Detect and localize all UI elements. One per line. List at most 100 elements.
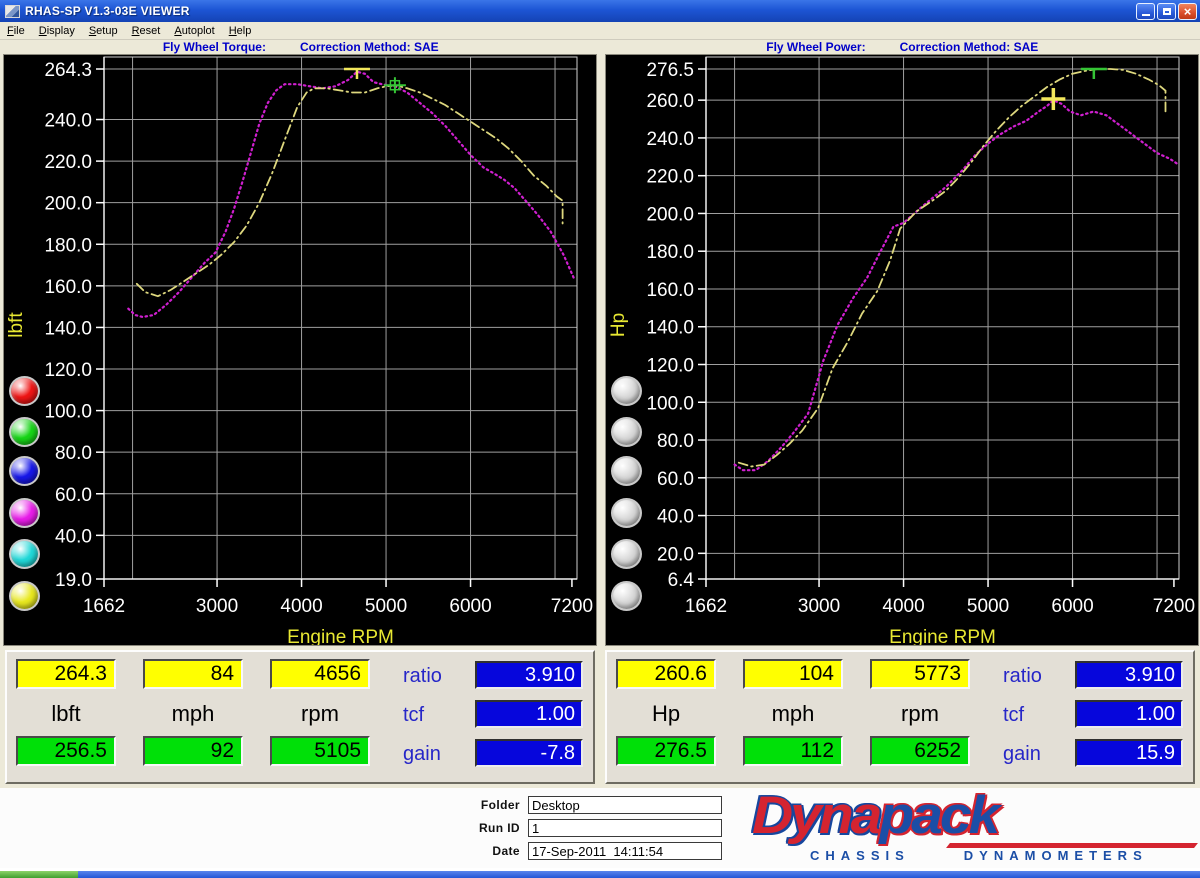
run-select-button-0-2[interactable] xyxy=(9,456,40,486)
window-title: RHAS-SP V1.3-03E VIEWER xyxy=(25,4,1134,18)
speed-cursor2-value: 112 xyxy=(743,736,843,766)
svg-text:3000: 3000 xyxy=(797,596,839,617)
titlebar: RHAS-SP V1.3-03E VIEWER × xyxy=(0,0,1200,22)
tcf-value: 1.00 xyxy=(1075,700,1183,728)
svg-text:60.0: 60.0 xyxy=(657,469,694,490)
menu-setup[interactable]: Setup xyxy=(82,23,125,39)
plot-border xyxy=(706,57,1179,579)
svg-text:120.0: 120.0 xyxy=(646,356,694,377)
tcf-value: 1.00 xyxy=(475,700,583,728)
torque-cursor2-value: 256.5 xyxy=(16,736,116,766)
speed-cursor1-value: 84 xyxy=(143,659,243,689)
run-select-button-1-4[interactable] xyxy=(611,539,642,569)
svg-text:140.0: 140.0 xyxy=(646,318,694,339)
menu-file[interactable]: File xyxy=(0,23,32,39)
x-tick-labels: 166230004000500060007200 xyxy=(83,579,593,617)
svg-text:40.0: 40.0 xyxy=(55,526,92,547)
y-axis-title: lbft xyxy=(6,312,27,338)
vertical-gridlines xyxy=(734,57,1156,579)
folder-field[interactable] xyxy=(528,796,722,814)
power-cursor2-value: 276.5 xyxy=(616,736,716,766)
svg-text:180.0: 180.0 xyxy=(44,235,92,256)
tcf-label: tcf xyxy=(1003,704,1069,727)
svg-text:19.0: 19.0 xyxy=(55,570,92,591)
power-readout-panel: 260.6 104 5773 Hp mph rpm 276.5 112 6252… xyxy=(605,650,1195,784)
logo-caption-chassis: CHASSIS xyxy=(810,848,910,863)
restore-button[interactable] xyxy=(1157,3,1176,20)
menu-reset[interactable]: Reset xyxy=(125,23,168,39)
svg-text:7200: 7200 xyxy=(1152,596,1194,617)
readout-row: 264.3 84 4656 lbft mph rpm 256.5 92 5105… xyxy=(0,646,1200,788)
svg-text:200.0: 200.0 xyxy=(646,204,694,225)
start-button-edge[interactable] xyxy=(0,871,78,878)
run-id-label: Run ID xyxy=(462,821,520,835)
menu-autoplot[interactable]: Autoplot xyxy=(167,23,221,39)
svg-text:260.0: 260.0 xyxy=(646,91,694,112)
app-window: RHAS-SP V1.3-03E VIEWER × File Display S… xyxy=(0,0,1200,878)
speed-cursor2-value: 92 xyxy=(143,736,243,766)
plot-border xyxy=(104,57,577,579)
menu-help[interactable]: Help xyxy=(222,23,259,39)
svg-text:5000: 5000 xyxy=(365,596,407,617)
menu-display[interactable]: Display xyxy=(32,23,82,39)
taskbar-edge xyxy=(78,871,1200,878)
ratio-label: ratio xyxy=(1003,665,1069,688)
svg-text:240.0: 240.0 xyxy=(44,111,92,132)
rpm-cursor1-value: 5773 xyxy=(870,659,970,689)
run-select-button-1-5[interactable] xyxy=(611,581,642,611)
y-tick-labels: 276.5260.0240.0220.0200.0180.0160.0140.0… xyxy=(646,60,706,591)
charts-row: Fly Wheel Torque: Correction Method: SAE… xyxy=(0,40,1200,646)
torque-cursor1-value: 264.3 xyxy=(16,659,116,689)
rpm-cursor1-value: 4656 xyxy=(270,659,370,689)
y-tick-labels: 264.3240.0220.0200.0180.0160.0140.0120.0… xyxy=(44,60,104,591)
power-chart-header: Fly Wheel Power: Correction Method: SAE xyxy=(605,40,1200,54)
date-field[interactable] xyxy=(528,842,722,860)
dynapack-logo: Dynapack CHASSIS DYNAMOMETERS xyxy=(752,790,1198,864)
close-button[interactable]: × xyxy=(1178,3,1197,20)
run-info-form: Folder Run ID Date xyxy=(462,796,722,865)
run-select-button-0-4[interactable] xyxy=(9,539,40,569)
torque-chart: 264.3240.0220.0200.0180.0160.0140.0120.0… xyxy=(3,54,597,646)
run-select-button-0-1[interactable] xyxy=(9,417,40,447)
svg-text:4000: 4000 xyxy=(280,596,322,617)
horizontal-gridlines xyxy=(706,69,1179,579)
minimize-button[interactable] xyxy=(1136,3,1155,20)
run-select-button-1-1[interactable] xyxy=(611,417,642,447)
speed-cursor1-value: 104 xyxy=(743,659,843,689)
gain-value: -7.8 xyxy=(475,739,583,767)
run-id-field[interactable] xyxy=(528,819,722,837)
svg-text:100.0: 100.0 xyxy=(44,402,92,423)
power-chart: 276.5260.0240.0220.0200.0180.0160.0140.0… xyxy=(605,54,1199,646)
torque-correction-method: Correction Method: SAE xyxy=(300,40,439,54)
svg-text:100.0: 100.0 xyxy=(646,393,694,414)
svg-text:20.0: 20.0 xyxy=(657,544,694,565)
tcf-label: tcf xyxy=(403,704,469,727)
run-select-button-0-3[interactable] xyxy=(9,498,40,528)
fly-wheel-torque-plot[interactable]: 264.3240.0220.0200.0180.0160.0140.0120.0… xyxy=(4,55,596,645)
x-tick-labels: 166230004000500060007200 xyxy=(684,579,1194,617)
svg-text:264.3: 264.3 xyxy=(44,60,92,81)
gain-label: gain xyxy=(1003,743,1069,766)
run-select-button-0-5[interactable] xyxy=(9,581,40,611)
x-axis-title: Engine RPM xyxy=(889,627,996,645)
y-axis-title: Hp xyxy=(608,313,629,337)
run-select-button-1-3[interactable] xyxy=(611,498,642,528)
svg-text:240.0: 240.0 xyxy=(646,129,694,150)
run-select-button-1-0[interactable] xyxy=(611,376,642,406)
svg-text:6000: 6000 xyxy=(1051,596,1093,617)
date-label: Date xyxy=(462,844,520,858)
torque-readout-panel: 264.3 84 4656 lbft mph rpm 256.5 92 5105… xyxy=(5,650,595,784)
run-select-button-0-0[interactable] xyxy=(9,376,40,406)
fly-wheel-power-plot[interactable]: 276.5260.0240.0220.0200.0180.0160.0140.0… xyxy=(606,55,1198,645)
restore-icon xyxy=(1163,8,1171,15)
svg-text:220.0: 220.0 xyxy=(44,152,92,173)
speed-unit-label: mph xyxy=(741,701,845,727)
svg-text:120.0: 120.0 xyxy=(44,360,92,381)
svg-text:6000: 6000 xyxy=(449,596,491,617)
ratio-value: 3.910 xyxy=(1075,661,1183,689)
logo-text-pack: pack xyxy=(879,786,997,845)
run-select-button-1-2[interactable] xyxy=(611,456,642,486)
svg-text:140.0: 140.0 xyxy=(44,318,92,339)
svg-text:60.0: 60.0 xyxy=(55,485,92,506)
svg-text:4000: 4000 xyxy=(882,596,924,617)
